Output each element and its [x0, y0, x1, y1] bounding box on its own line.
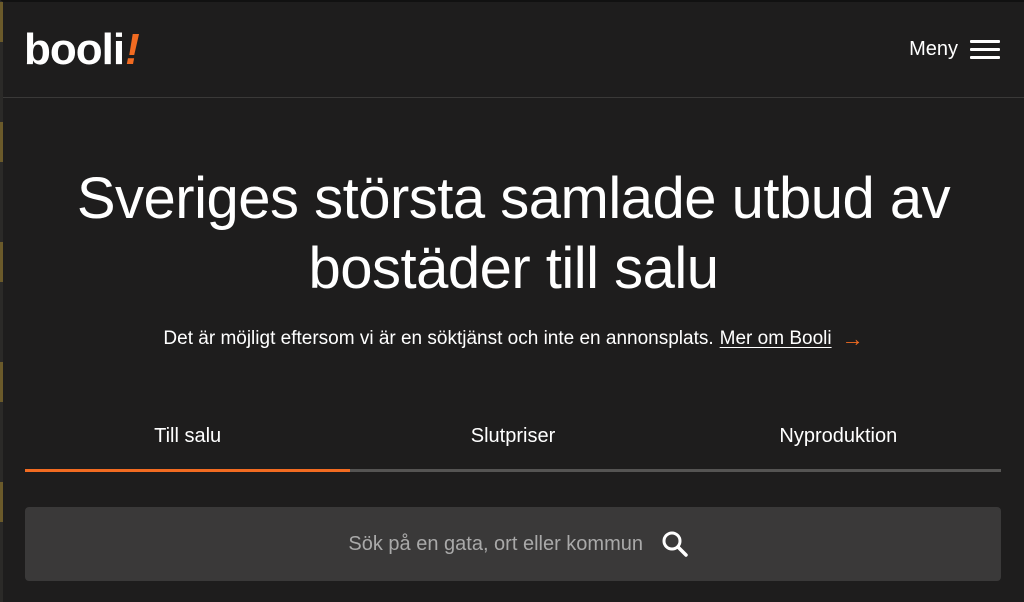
tab-till-salu[interactable]: Till salu	[25, 404, 351, 472]
hero-title: Sveriges största samlade utbud av bostäd…	[76, 166, 951, 301]
tab-slutpriser[interactable]: Slutpriser	[350, 404, 675, 469]
menu-label: Meny	[909, 38, 958, 60]
browser-viewport: booli ! Meny Sveriges största samlade ut…	[0, 0, 1024, 602]
hero-section: Sveriges största samlade utbud av bostäd…	[3, 98, 1024, 350]
search-mode-tabs: Till salu Slutpriser Nyproduktion	[25, 404, 1001, 472]
search-bar[interactable]	[25, 507, 1001, 581]
arrow-right-icon[interactable]: →	[842, 328, 864, 350]
window-edge	[0, 2, 3, 602]
site-header: booli ! Meny	[3, 2, 1024, 98]
logo-wordmark: booli	[24, 24, 125, 74]
search-input[interactable]	[337, 532, 643, 556]
menu-button[interactable]: Meny	[909, 38, 1000, 61]
search-icon[interactable]	[661, 530, 689, 558]
hero-subtitle-row: Det är möjligt eftersom vi är en söktjän…	[3, 328, 1024, 350]
tab-nyproduktion[interactable]: Nyproduktion	[676, 404, 1001, 469]
booli-logo[interactable]: booli !	[24, 24, 140, 75]
hamburger-icon	[970, 39, 1000, 61]
about-booli-link[interactable]: Mer om Booli	[720, 328, 832, 350]
logo-exclamation: !	[125, 24, 140, 74]
hero-subtitle: Det är möjligt eftersom vi är en söktjän…	[163, 328, 714, 349]
